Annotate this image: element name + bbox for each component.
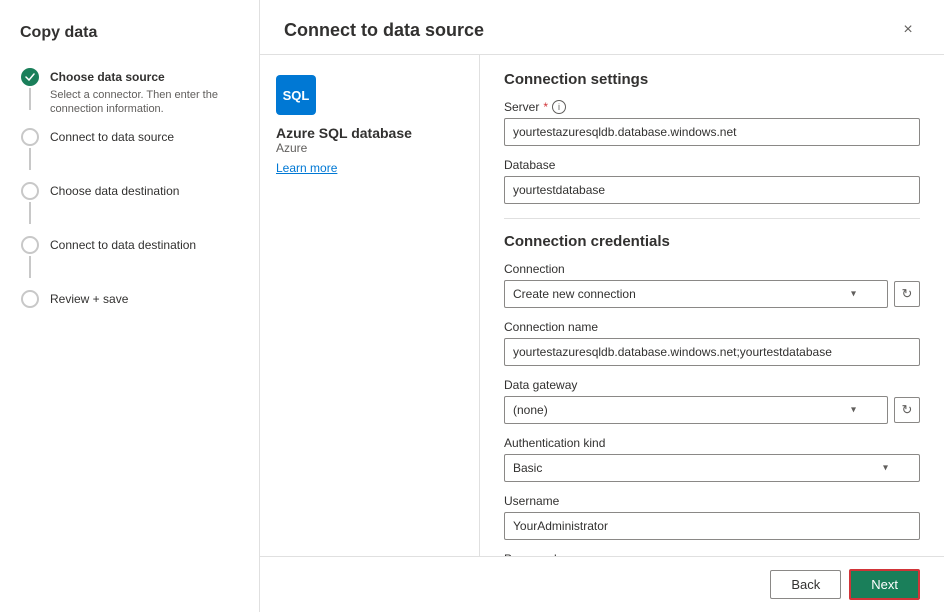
connection-select[interactable]: Create new connection	[504, 280, 888, 308]
username-label: Username	[504, 494, 920, 508]
auth-kind-label: Authentication kind	[504, 436, 920, 450]
source-type: Azure	[276, 141, 463, 155]
step-label-4: Connect to data destination	[50, 237, 239, 254]
step-content-3: Choose data destination	[50, 182, 239, 200]
connection-select-row: Create new connection ▾ ↻	[504, 280, 920, 308]
source-name: Azure SQL database	[276, 125, 463, 141]
server-required: *	[543, 100, 548, 114]
step-label-5: Review + save	[50, 291, 239, 308]
connection-name-label: Connection name	[504, 320, 920, 334]
auth-kind-select[interactable]: Basic	[504, 454, 920, 482]
step-sublabel-1: Select a connector. Then enter the conne…	[50, 88, 239, 117]
step-indicator-2	[20, 128, 40, 170]
database-field-group: Database	[504, 158, 920, 204]
data-gateway-select-wrapper: (none) ▾	[504, 396, 888, 424]
step-line-2	[29, 148, 31, 170]
main-header: Connect to data source ×	[260, 0, 944, 55]
step-line-3	[29, 202, 31, 224]
step-line-4	[29, 256, 31, 278]
data-gateway-select[interactable]: (none)	[504, 396, 888, 424]
sidebar-step-connect-source: Connect to data source	[20, 122, 239, 176]
database-label: Database	[504, 158, 920, 172]
sidebar-step-connect-destination: Connect to data destination	[20, 230, 239, 284]
sidebar-step-choose-source: Choose data source Select a connector. T…	[20, 62, 239, 122]
data-gateway-label: Data gateway	[504, 378, 920, 392]
step-circle-1	[21, 68, 39, 86]
main-footer: Back Next	[260, 556, 944, 612]
connection-field-group: Connection Create new connection ▾ ↻	[504, 262, 920, 308]
server-info-icon[interactable]: i	[552, 100, 566, 114]
data-gateway-field-group: Data gateway (none) ▾ ↻	[504, 378, 920, 424]
step-label-3: Choose data destination	[50, 183, 239, 200]
connection-refresh-button[interactable]: ↻	[894, 281, 920, 307]
step-content-4: Connect to data destination	[50, 236, 239, 254]
server-input[interactable]	[504, 118, 920, 146]
step-circle-4	[21, 236, 39, 254]
auth-kind-field-group: Authentication kind Basic ▾	[504, 436, 920, 482]
username-input[interactable]	[504, 512, 920, 540]
close-button[interactable]: ×	[896, 18, 920, 42]
connection-label: Connection	[504, 262, 920, 276]
step-indicator-1	[20, 68, 40, 110]
main-panel: Connect to data source × SQL Azure SQL d…	[260, 0, 944, 612]
step-label-1: Choose data source	[50, 69, 239, 86]
connection-credentials-title: Connection credentials	[504, 233, 920, 250]
step-label-2: Connect to data source	[50, 129, 239, 146]
server-label: Server * i	[504, 100, 920, 114]
settings-panel: Connection settings Server * i Database …	[480, 55, 944, 556]
step-circle-2	[21, 128, 39, 146]
server-field-group: Server * i	[504, 100, 920, 146]
connection-settings-title: Connection settings	[504, 71, 920, 88]
next-button[interactable]: Next	[849, 569, 920, 600]
connection-name-field-group: Connection name	[504, 320, 920, 366]
data-gateway-refresh-button[interactable]: ↻	[894, 397, 920, 423]
section-divider	[504, 218, 920, 219]
source-info-panel: SQL Azure SQL database Azure Learn more	[260, 55, 480, 556]
page-title: Connect to data source	[284, 20, 484, 41]
step-indicator-4	[20, 236, 40, 278]
step-line-1	[29, 88, 31, 110]
source-icon: SQL	[276, 75, 316, 115]
database-input[interactable]	[504, 176, 920, 204]
step-circle-3	[21, 182, 39, 200]
sidebar-step-choose-destination: Choose data destination	[20, 176, 239, 230]
step-content-2: Connect to data source	[50, 128, 239, 146]
connection-select-wrapper: Create new connection ▾	[504, 280, 888, 308]
copy-data-modal: Copy data Choose data source Select a co…	[0, 0, 944, 612]
step-circle-5	[21, 290, 39, 308]
sidebar-title: Copy data	[20, 24, 239, 42]
step-content-1: Choose data source Select a connector. T…	[50, 68, 239, 116]
data-gateway-select-row: (none) ▾ ↻	[504, 396, 920, 424]
sidebar: Copy data Choose data source Select a co…	[0, 0, 260, 612]
back-button[interactable]: Back	[770, 570, 841, 599]
step-indicator-5	[20, 290, 40, 308]
connection-name-input[interactable]	[504, 338, 920, 366]
learn-more-link[interactable]: Learn more	[276, 161, 337, 175]
main-body: SQL Azure SQL database Azure Learn more …	[260, 55, 944, 556]
step-content-5: Review + save	[50, 290, 239, 308]
username-field-group: Username	[504, 494, 920, 540]
auth-kind-select-wrapper: Basic ▾	[504, 454, 920, 482]
step-indicator-3	[20, 182, 40, 224]
sidebar-step-review: Review + save	[20, 284, 239, 314]
